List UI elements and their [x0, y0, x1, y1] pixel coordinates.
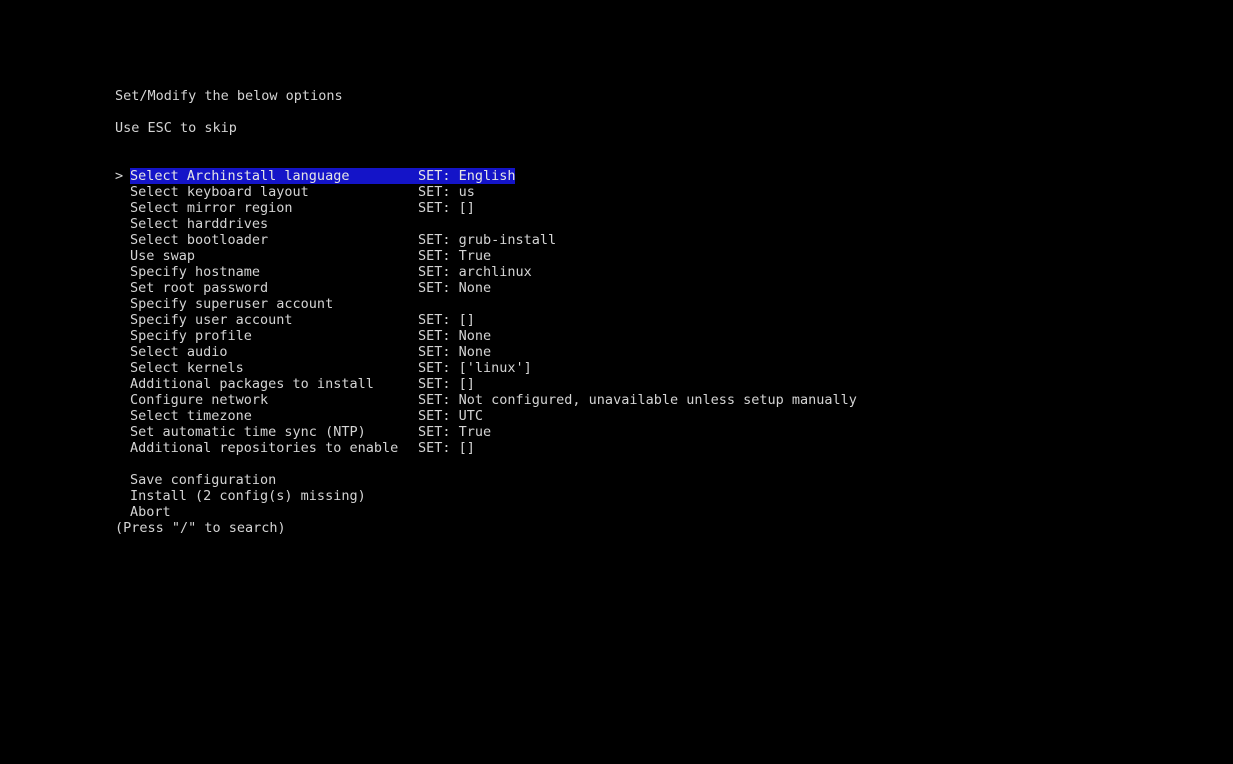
menu-item-value: SET: UTC	[418, 408, 484, 424]
installer-console: Set/Modify the below options Use ESC to …	[115, 88, 1215, 536]
menu-item-harddrives[interactable]: Select harddrives	[115, 216, 1215, 232]
menu-item-network[interactable]: Configure network SET: Not configured, u…	[115, 392, 1215, 408]
menu-item-archinstall-language[interactable]: > Select Archinstall language SET: Engli…	[115, 168, 1215, 184]
menu-item-label: Specify superuser account	[130, 296, 334, 312]
save-configuration-button[interactable]: Save configuration	[115, 472, 1215, 488]
menu-item-label: Select Archinstall language	[130, 168, 350, 184]
menu-item-ntp[interactable]: Set automatic time sync (NTP) SET: True	[115, 424, 1215, 440]
menu-item-label: Set automatic time sync (NTP)	[130, 424, 366, 440]
search-hint: (Press "/" to search)	[115, 520, 286, 536]
menu-item-label: Use swap	[130, 248, 196, 264]
menu-item-value: SET: True	[418, 424, 492, 440]
menu-item-superuser-account[interactable]: Specify superuser account	[115, 296, 1215, 312]
menu-item-additional-packages[interactable]: Additional packages to install SET: []	[115, 376, 1215, 392]
menu-item-label: Specify user account	[130, 312, 293, 328]
menu-item-bootloader[interactable]: Select bootloader SET: grub-install	[115, 232, 1215, 248]
menu-item-label: Select keyboard layout	[130, 184, 309, 200]
menu-item-kernels[interactable]: Select kernels SET: ['linux']	[115, 360, 1215, 376]
menu-item-value: SET: None	[418, 344, 492, 360]
menu-item-value: SET: ['linux']	[418, 360, 532, 376]
menu-item-timezone[interactable]: Select timezone SET: UTC	[115, 408, 1215, 424]
menu-item-label: Configure network	[130, 392, 269, 408]
menu-item-value: SET: []	[418, 200, 475, 216]
menu-item-value: SET: us	[418, 184, 475, 200]
menu-item-additional-repositories[interactable]: Additional repositories to enable SET: […	[115, 440, 1215, 456]
menu-item-label: Additional packages to install	[130, 376, 374, 392]
install-button[interactable]: Install (2 config(s) missing)	[115, 488, 1215, 504]
menu-item-label: Select timezone	[130, 408, 252, 424]
menu-item-label: Additional repositories to enable	[130, 440, 399, 456]
menu-item-profile[interactable]: Specify profile SET: None	[115, 328, 1215, 344]
menu-item-audio[interactable]: Select audio SET: None	[115, 344, 1215, 360]
menu-item-swap[interactable]: Use swap SET: True	[115, 248, 1215, 264]
menu-item-label: Specify profile	[130, 328, 252, 344]
menu-item-label: Select audio	[130, 344, 228, 360]
header-esc-hint: Use ESC to skip	[115, 120, 237, 136]
header-instructions: Set/Modify the below options	[115, 88, 343, 104]
menu-item-value: SET: grub-install	[418, 232, 557, 248]
menu-item-value: SET: []	[418, 376, 475, 392]
menu-item-user-account[interactable]: Specify user account SET: []	[115, 312, 1215, 328]
menu-item-label: Specify hostname	[130, 264, 261, 280]
menu-item-highlight: Select Archinstall language SET: English	[130, 168, 516, 184]
menu-item-label: Select harddrives	[130, 216, 269, 232]
menu-item-value: SET: English	[418, 168, 516, 184]
menu-item-value: SET: []	[418, 312, 475, 328]
menu-item-root-password[interactable]: Set root password SET: None	[115, 280, 1215, 296]
menu-item-label: Select kernels	[130, 360, 244, 376]
menu-item-label: Set root password	[130, 280, 269, 296]
selection-cursor-icon: >	[115, 168, 124, 184]
menu-item-label: Select mirror region	[130, 200, 293, 216]
menu-item-keyboard-layout[interactable]: Select keyboard layout SET: us	[115, 184, 1215, 200]
menu-item-value: SET: None	[418, 280, 492, 296]
menu-item-value: SET: archlinux	[418, 264, 532, 280]
menu-item-hostname[interactable]: Specify hostname SET: archlinux	[115, 264, 1215, 280]
menu-item-value: SET: Not configured, unavailable unless …	[418, 392, 857, 408]
menu-item-value: SET: None	[418, 328, 492, 344]
menu-item-mirror-region[interactable]: Select mirror region SET: []	[115, 200, 1215, 216]
menu-item-value: SET: True	[418, 248, 492, 264]
menu-item-value: SET: []	[418, 440, 475, 456]
menu-item-label: Select bootloader	[130, 232, 269, 248]
abort-button[interactable]: Abort	[115, 504, 1215, 520]
